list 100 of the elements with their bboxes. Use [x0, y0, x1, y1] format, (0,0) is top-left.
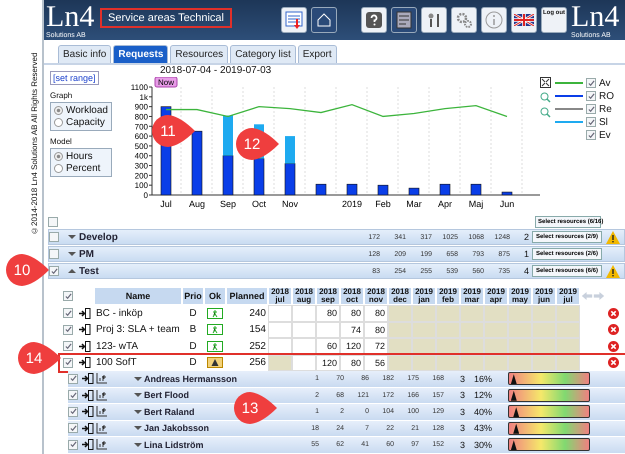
- table-cell-text: D: [188, 356, 198, 370]
- table-cell-text: 240: [248, 306, 267, 321]
- table-cell-text: 100 SofT: [95, 357, 138, 368]
- month-cell[interactable]: 80: [340, 305, 364, 322]
- legend-label: Av: [599, 78, 610, 88]
- y-axis-label: 1100: [130, 83, 148, 92]
- y-axis-label: 200: [134, 171, 148, 180]
- callout-marker: 13: [232, 390, 278, 426]
- radio-option[interactable]: Workload: [54, 105, 108, 116]
- resource-name: Andreas Hermansson: [144, 374, 238, 384]
- group-title: Model: [50, 137, 73, 146]
- month-header: 2019 may: [508, 287, 532, 305]
- group-name: PM: [79, 248, 94, 260]
- resource-name: Lina Lidström: [144, 440, 204, 450]
- percent-text: 40%: [473, 406, 494, 417]
- radio-option[interactable]: Capacity: [54, 117, 108, 128]
- group-count: 2: [522, 232, 530, 242]
- table-cell-text: 154: [248, 323, 267, 338]
- month-cell[interactable]: 56: [364, 354, 388, 371]
- y-axis-label: 0: [144, 191, 148, 200]
- group-count: 4: [522, 266, 530, 276]
- resource-count: 3: [458, 406, 466, 417]
- group-name: Test: [79, 266, 99, 276]
- y-axis-label: 300: [134, 162, 148, 171]
- x-axis-label: Jun: [500, 199, 514, 209]
- group-name: Develop: [79, 232, 118, 242]
- month-cell[interactable]: 80: [316, 305, 340, 322]
- month-header: 2019 mar: [460, 287, 484, 305]
- month-header: 2019 feb: [436, 287, 460, 305]
- month-header: 2018 dec: [388, 287, 412, 305]
- callout-marker: 12: [234, 126, 280, 162]
- column-header: Prio: [182, 287, 204, 305]
- x-axis-label: Feb: [375, 199, 391, 209]
- tab[interactable]: Category list: [230, 45, 296, 63]
- column-header: Name: [94, 287, 182, 305]
- tab[interactable]: Export: [298, 45, 337, 63]
- resource-count: 3: [458, 374, 466, 384]
- group-count: 1: [522, 249, 530, 259]
- percent-text: 30%: [473, 440, 494, 450]
- y-axis-label: 800: [134, 112, 148, 122]
- table-cell-text: Proj 3: SLA + team: [95, 324, 181, 336]
- tab[interactable]: Basic info: [58, 45, 112, 63]
- now-marker: Now: [154, 77, 178, 88]
- month-header: 2019 jun: [532, 287, 556, 305]
- percent-text: 16%: [473, 374, 494, 384]
- x-axis-label: Maj: [468, 199, 484, 209]
- callout-marker: 14: [16, 340, 62, 376]
- month-cell[interactable]: 120: [316, 354, 340, 371]
- chart-title: 2018-07-04 - 2019-07-03: [159, 65, 272, 77]
- column-header: Planned: [226, 287, 268, 305]
- y-axis-label: 400: [134, 152, 148, 161]
- x-axis-label: 2019: [342, 199, 362, 209]
- table-cell-text: B: [188, 323, 198, 338]
- y-axis-label: 500: [134, 142, 148, 151]
- month-header: 2018 jul: [268, 287, 292, 305]
- month-header: 2018 aug: [292, 287, 316, 305]
- month-header: 2018 sep: [316, 287, 340, 305]
- callout-marker: 11: [150, 113, 196, 149]
- table-cell-text: 123- wTA: [95, 340, 140, 352]
- resource-count: 3: [458, 440, 466, 450]
- annotation: Now: [158, 78, 174, 87]
- radio-option[interactable]: Hours: [54, 151, 108, 162]
- group-title: Graph: [50, 91, 74, 100]
- y-axis-label: 1k: [140, 92, 148, 102]
- y-axis-label: 100: [134, 181, 148, 190]
- resource-count: 3: [458, 423, 466, 434]
- month-header: 2019 jul: [556, 287, 580, 305]
- radio-option[interactable]: Percent: [54, 163, 108, 174]
- set-range-link[interactable]: [set range]: [50, 71, 99, 85]
- x-axis-label: Jul: [160, 199, 172, 209]
- y-axis-label: 700: [134, 122, 148, 132]
- table-cell-text: BC - inköp: [95, 308, 144, 319]
- tab[interactable]: Resources: [170, 45, 228, 63]
- month-header: 2019 apr: [484, 287, 508, 305]
- resource-name: Bert Raland: [144, 406, 195, 417]
- table-cell-text: 252: [248, 340, 267, 354]
- tab[interactable]: Requests: [113, 45, 168, 63]
- y-axis-label: 900: [134, 102, 148, 112]
- x-axis-label: Sep: [220, 199, 236, 209]
- month-cell[interactable]: 80: [364, 305, 388, 322]
- resource-name: Jan Jakobsson: [144, 423, 210, 434]
- column-header: Ok: [204, 287, 226, 305]
- resource-count: 3: [458, 390, 466, 400]
- y-axis-label: 600: [134, 132, 148, 142]
- page-title: Service areas Technical: [100, 8, 232, 28]
- month-cell[interactable]: 80: [340, 354, 364, 371]
- table-cell-text: D: [188, 340, 198, 354]
- legend-label: Sl: [599, 116, 608, 128]
- legend-label: Re: [599, 104, 612, 114]
- month-cell[interactable]: 80: [364, 322, 388, 338]
- month-cell[interactable]: 74: [340, 322, 364, 338]
- copyright-text: ©2014-2018 Ln4 Solutions AB All Rights Reserved: [30, 52, 40, 235]
- callout-marker: 10: [4, 252, 50, 288]
- x-axis-label: Apr: [438, 199, 452, 209]
- x-axis-label: Nov: [282, 199, 298, 209]
- legend-label: Ev: [599, 130, 611, 140]
- percent-text: 43%: [473, 423, 494, 434]
- x-axis-label: Mar: [406, 199, 422, 209]
- table-cell-text: D: [188, 306, 198, 321]
- x-axis-label: Oct: [252, 199, 266, 209]
